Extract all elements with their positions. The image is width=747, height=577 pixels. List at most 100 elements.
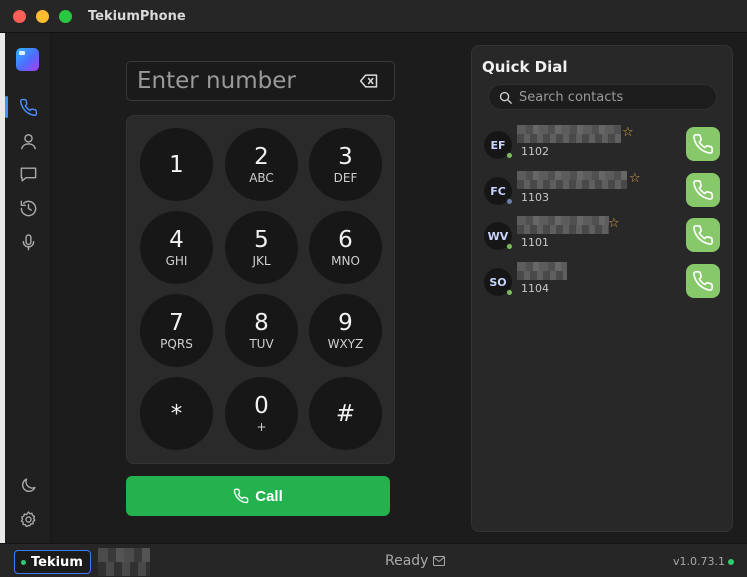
keypad: 1 2 ABC 3 DEF 4 GHI 5 JKL 6 MNO 7 PQRS 8… bbox=[126, 115, 395, 464]
brand-label: Tekium bbox=[31, 554, 83, 570]
key-9[interactable]: 9 WXYZ bbox=[309, 294, 382, 367]
contact-name-redacted bbox=[517, 262, 567, 280]
contact-extension: 1103 bbox=[521, 191, 549, 204]
key-digit: 3 bbox=[338, 143, 353, 170]
title-bar: TekiumPhone bbox=[0, 0, 747, 33]
key-1[interactable]: 1 bbox=[140, 128, 213, 201]
contact-extension: 1101 bbox=[521, 236, 549, 249]
settings-button[interactable] bbox=[5, 504, 51, 534]
key-digit: 7 bbox=[169, 309, 184, 336]
key-8[interactable]: 8 TUV bbox=[225, 294, 298, 367]
key-letters: GHI bbox=[165, 253, 188, 268]
key-letters: PQRS bbox=[160, 336, 193, 351]
key-letters: DEF bbox=[333, 170, 358, 185]
sidebar-item-messages[interactable] bbox=[5, 159, 51, 189]
quick-dial-title: Quick Dial bbox=[482, 58, 568, 76]
search-icon bbox=[499, 91, 512, 104]
presence-indicator bbox=[506, 289, 513, 296]
key-star[interactable]: * bbox=[140, 377, 213, 450]
key-letters: WXYZ bbox=[327, 336, 364, 351]
mail-icon[interactable] bbox=[433, 556, 445, 566]
key-digit: 0 bbox=[254, 392, 269, 419]
key-digit: 2 bbox=[254, 143, 269, 170]
presence-indicator bbox=[506, 198, 513, 205]
call-button-label: Call bbox=[255, 487, 283, 505]
key-digit: 9 bbox=[338, 309, 353, 336]
phone-icon bbox=[693, 180, 713, 200]
favorite-star-icon[interactable]: ☆ bbox=[622, 125, 634, 140]
key-7[interactable]: 7 PQRS bbox=[140, 294, 213, 367]
sidebar-item-history[interactable] bbox=[5, 193, 51, 223]
sidebar-item-voicemail[interactable] bbox=[5, 227, 51, 257]
app-window: TekiumPhone 1 bbox=[0, 0, 747, 577]
status-text: Ready bbox=[385, 553, 429, 569]
contact-extension: 1102 bbox=[521, 145, 549, 158]
key-digit: 6 bbox=[338, 226, 353, 253]
key-6[interactable]: 6 MNO bbox=[309, 211, 382, 284]
quick-dial-call-button[interactable] bbox=[686, 127, 720, 161]
call-button[interactable]: Call bbox=[126, 476, 390, 516]
key-4[interactable]: 4 GHI bbox=[140, 211, 213, 284]
key-2[interactable]: 2 ABC bbox=[225, 128, 298, 201]
close-window-button[interactable] bbox=[13, 10, 26, 23]
contact-row[interactable]: SO 1104 bbox=[484, 262, 724, 302]
search-input[interactable] bbox=[519, 88, 709, 107]
contact-name-redacted bbox=[517, 125, 621, 143]
chat-icon bbox=[20, 166, 36, 182]
phone-icon bbox=[19, 98, 37, 116]
app-title: TekiumPhone bbox=[88, 9, 186, 24]
sidebar-item-phone[interactable] bbox=[5, 92, 51, 122]
quick-dial-call-button[interactable] bbox=[686, 264, 720, 298]
microphone-icon bbox=[22, 233, 34, 250]
key-digit: # bbox=[335, 400, 356, 427]
phone-icon bbox=[693, 225, 713, 245]
status-bar: Tekium Ready v1.0.73.1 bbox=[0, 543, 747, 577]
minimize-window-button[interactable] bbox=[36, 10, 49, 23]
key-letters: ABC bbox=[249, 170, 274, 185]
key-digit: * bbox=[170, 400, 183, 427]
user-icon bbox=[20, 133, 36, 149]
version-label: v1.0.73.1 bbox=[673, 555, 725, 568]
user-info-redacted bbox=[98, 548, 150, 576]
key-letters: + bbox=[256, 419, 267, 434]
phone-icon bbox=[233, 488, 249, 504]
contact-name-redacted bbox=[517, 216, 609, 234]
key-letters: MNO bbox=[331, 253, 360, 268]
favorite-star-icon[interactable]: ☆ bbox=[608, 216, 620, 231]
gear-icon bbox=[20, 510, 36, 527]
status-indicator bbox=[728, 559, 734, 565]
key-letters: TUV bbox=[249, 336, 274, 351]
key-digit: 5 bbox=[254, 226, 269, 253]
key-letters: JKL bbox=[252, 253, 271, 268]
key-hash[interactable]: # bbox=[309, 377, 382, 450]
brand-badge[interactable]: Tekium bbox=[14, 550, 91, 574]
quick-dial-call-button[interactable] bbox=[686, 173, 720, 207]
sidebar-item-contacts[interactable] bbox=[5, 126, 51, 156]
contact-row[interactable]: WV ☆ 1101 bbox=[484, 216, 724, 256]
sidebar bbox=[5, 33, 51, 543]
app-logo bbox=[16, 48, 39, 71]
search-box bbox=[488, 84, 717, 110]
contact-row[interactable]: FC ☆ 1103 bbox=[484, 171, 724, 211]
history-icon bbox=[20, 200, 36, 216]
key-0[interactable]: 0 + bbox=[225, 377, 298, 450]
favorite-star-icon[interactable]: ☆ bbox=[629, 171, 641, 186]
phone-icon bbox=[693, 134, 713, 154]
presence-indicator bbox=[506, 243, 513, 250]
theme-toggle[interactable] bbox=[5, 470, 51, 500]
number-field bbox=[126, 61, 395, 101]
phone-icon bbox=[693, 271, 713, 291]
key-digit: 8 bbox=[254, 309, 269, 336]
backspace-icon[interactable] bbox=[359, 72, 379, 90]
number-input[interactable] bbox=[137, 66, 347, 96]
key-digit: 1 bbox=[169, 151, 184, 178]
contact-row[interactable]: EF ☆ 1102 bbox=[484, 125, 724, 165]
key-3[interactable]: 3 DEF bbox=[309, 128, 382, 201]
moon-icon bbox=[21, 477, 36, 492]
key-5[interactable]: 5 JKL bbox=[225, 211, 298, 284]
presence-indicator bbox=[506, 152, 513, 159]
maximize-window-button[interactable] bbox=[59, 10, 72, 23]
contact-extension: 1104 bbox=[521, 282, 549, 295]
quick-dial-panel: Quick Dial EF ☆ 1102 FC ☆ 1103 W bbox=[471, 45, 733, 532]
quick-dial-call-button[interactable] bbox=[686, 218, 720, 252]
